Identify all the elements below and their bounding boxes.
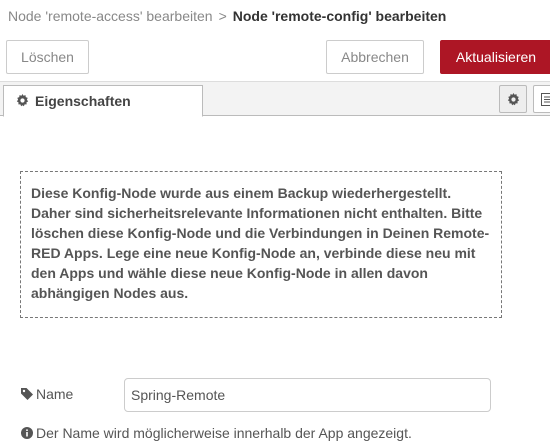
breadcrumb: Node 'remote-access' bearbeiten > Node 're… xyxy=(8,6,446,26)
name-input[interactable] xyxy=(124,378,491,412)
info-circle-icon xyxy=(21,427,33,439)
gear-icon xyxy=(16,94,29,107)
name-hint: Der Name wird möglicherweise innerhalb d… xyxy=(36,424,412,442)
cancel-button[interactable]: Abbrechen xyxy=(326,40,424,74)
gear-icon xyxy=(507,93,520,106)
breadcrumb-current: Node 'remote-config' bearbeiten xyxy=(233,8,447,24)
tab-properties-label: Eigenschaften xyxy=(35,86,131,116)
file-text-icon xyxy=(541,93,550,106)
breadcrumb-parent-link[interactable]: Node 'remote-access' bearbeiten xyxy=(8,8,213,24)
tab-bar: Eigenschaften xyxy=(0,81,550,116)
tag-icon xyxy=(21,388,33,400)
tab-properties[interactable]: Eigenschaften xyxy=(3,85,203,117)
delete-button[interactable]: Löschen xyxy=(6,40,89,74)
node-description-button[interactable] xyxy=(533,85,550,113)
backup-restore-notice: Diese Konfig-Node wurde aus einem Backup… xyxy=(20,171,502,318)
breadcrumb-separator: > xyxy=(219,8,227,24)
node-settings-button[interactable] xyxy=(499,85,527,113)
update-button[interactable]: Aktualisieren xyxy=(440,40,550,74)
name-label: Name xyxy=(36,385,73,403)
